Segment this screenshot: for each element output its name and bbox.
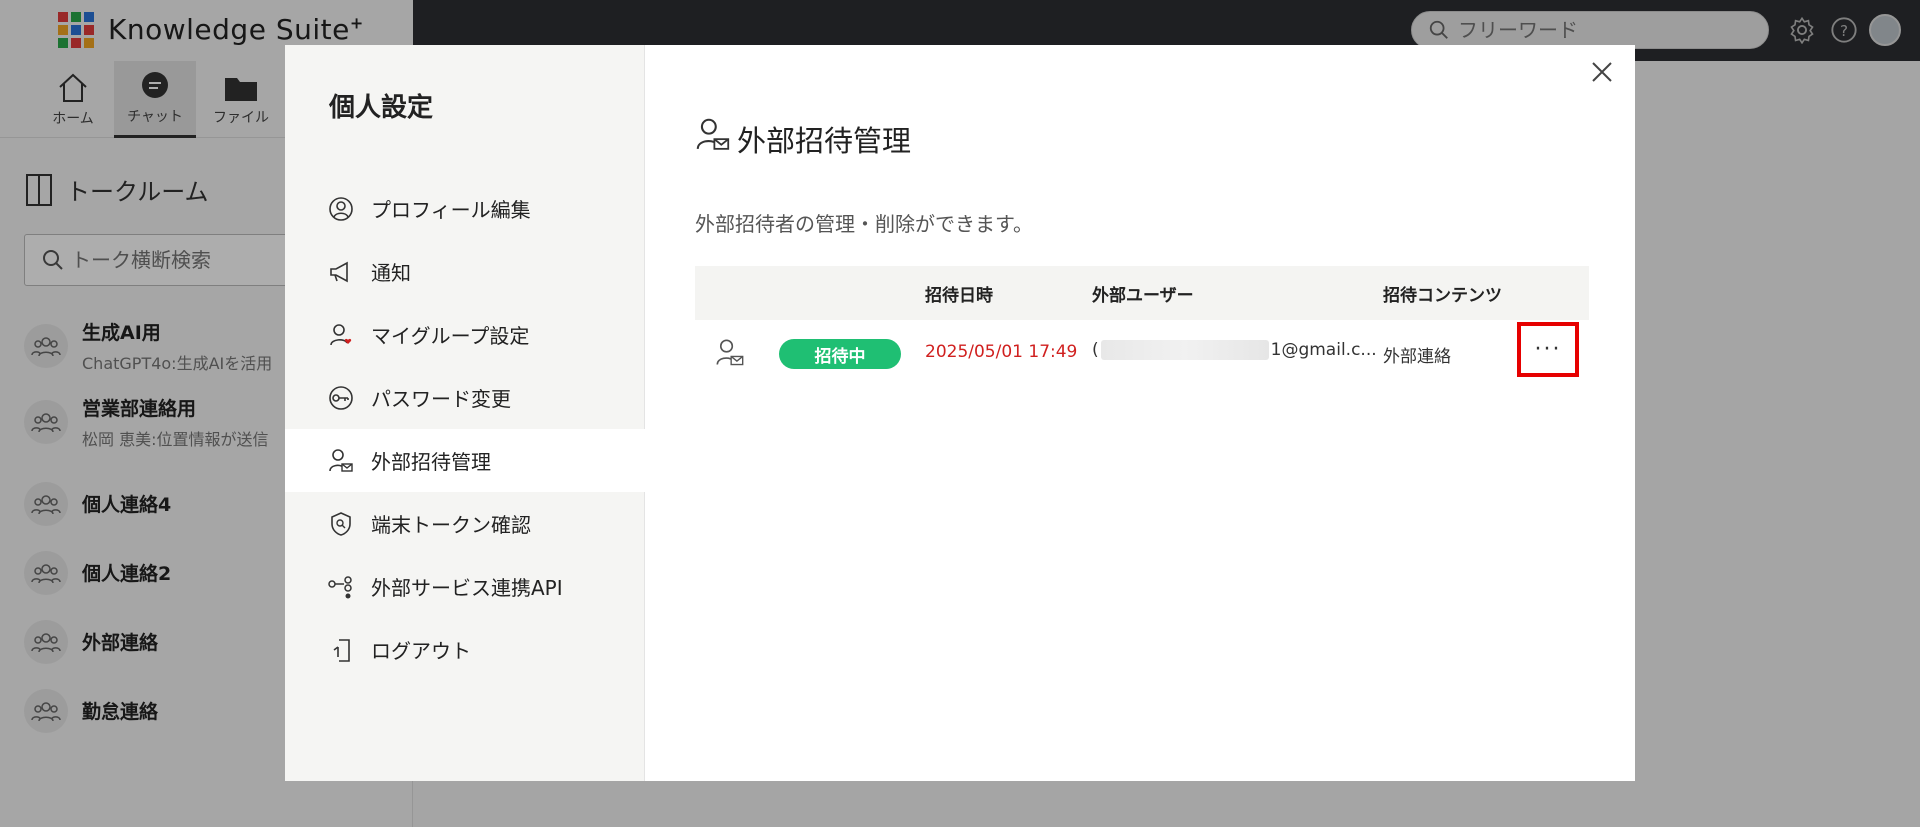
personal-settings-modal: 個人設定 プロフィール編集 通知 マイグループ設定 パスワード変更 外部招待管理: [285, 45, 1635, 781]
menu-item-label: 通知: [371, 261, 411, 285]
external-invite-icon: [715, 338, 745, 373]
page-title-text: 外部招待管理: [737, 123, 912, 158]
shield-icon: [327, 510, 355, 538]
settings-menu: プロフィール編集 通知 マイグループ設定 パスワード変更 外部招待管理 端末トー…: [285, 177, 645, 681]
profile-icon: [327, 195, 355, 223]
my-group-icon: [327, 321, 355, 349]
invite-content: 外部連絡: [1383, 347, 1451, 367]
page-description: 外部招待者の管理・削除ができます。: [695, 212, 1033, 236]
invite-table: 招待日時 外部ユーザー 招待コンテンツ 招待中 2025/05/01 17:49…: [695, 266, 1589, 386]
menu-item-notification[interactable]: 通知: [285, 240, 645, 303]
menu-item-password[interactable]: パスワード変更: [285, 366, 645, 429]
table-header: 招待日時 外部ユーザー 招待コンテンツ: [695, 266, 1589, 320]
table-row: 招待中 2025/05/01 17:49 ( 1@gmail.c... 外部連絡: [695, 320, 1589, 386]
menu-item-logout[interactable]: ログアウト: [285, 618, 645, 681]
key-icon: [327, 384, 355, 412]
menu-item-label: 端末トークン確認: [371, 513, 531, 537]
menu-item-external-invite[interactable]: 外部招待管理: [285, 429, 645, 492]
header-invite-content: 招待コンテンツ: [1383, 285, 1502, 306]
menu-item-external-api[interactable]: 外部サービス連携API: [285, 555, 645, 618]
email-prefix: (: [1092, 340, 1099, 360]
menu-item-profile[interactable]: プロフィール編集: [285, 177, 645, 240]
menu-item-label: プロフィール編集: [371, 198, 531, 222]
status-badge: 招待中: [779, 339, 901, 369]
more-icon: ···: [1534, 337, 1562, 362]
external-user-email: ( 1@gmail.c...: [1092, 340, 1377, 360]
email-redacted: [1100, 340, 1269, 360]
menu-item-device-token[interactable]: 端末トークン確認: [285, 492, 645, 555]
menu-item-label: 外部招待管理: [371, 450, 491, 474]
close-icon[interactable]: [1587, 57, 1617, 87]
menu-item-my-group[interactable]: マイグループ設定: [285, 303, 645, 366]
settings-title: 個人設定: [329, 93, 434, 123]
api-icon: [327, 573, 355, 601]
external-invite-icon: [327, 447, 355, 475]
logout-icon: [327, 636, 355, 664]
menu-item-label: マイグループ設定: [371, 324, 530, 348]
settings-content: 外部招待管理 外部招待者の管理・削除ができます。 招待日時 外部ユーザー 招待コ…: [645, 45, 1635, 781]
header-external-user: 外部ユーザー: [1092, 285, 1194, 306]
menu-item-label: ログアウト: [371, 639, 471, 663]
settings-sidebar: 個人設定 プロフィール編集 通知 マイグループ設定 パスワード変更 外部招待管理: [285, 45, 645, 781]
megaphone-icon: [327, 258, 355, 286]
external-invite-icon: [695, 117, 731, 160]
page-title: 外部招待管理: [695, 117, 911, 160]
header-invite-date: 招待日時: [925, 285, 993, 306]
more-options-button[interactable]: ···: [1517, 322, 1579, 377]
invite-date: 2025/05/01 17:49: [925, 342, 1078, 362]
email-suffix: 1@gmail.c...: [1270, 340, 1377, 360]
menu-item-label: 外部サービス連携API: [371, 576, 563, 600]
menu-item-label: パスワード変更: [371, 387, 511, 411]
